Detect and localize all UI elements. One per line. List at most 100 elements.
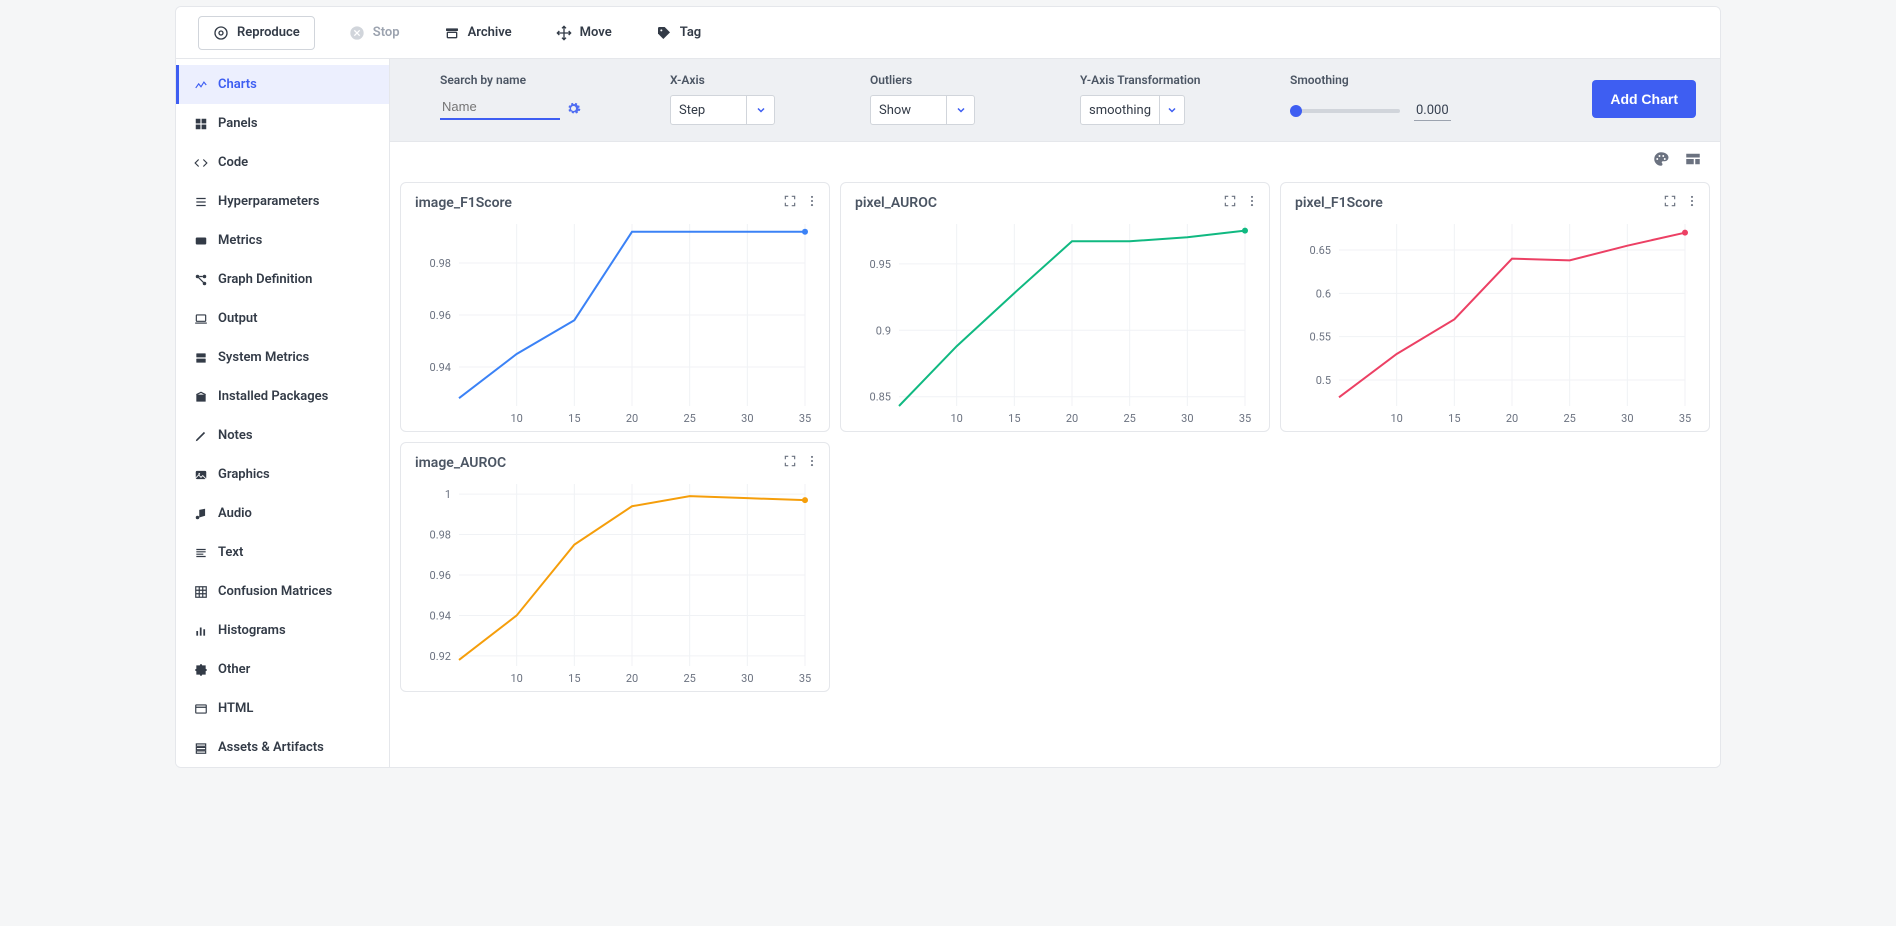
svg-text:15: 15 [568, 412, 580, 425]
layout-icon[interactable] [1684, 150, 1702, 172]
svg-text:0.55: 0.55 [1310, 331, 1331, 344]
sidebar-item-histograms[interactable]: Histograms [176, 611, 389, 650]
sidebar-item-label: Histograms [218, 623, 286, 638]
chart-card-pixel_AUROC: pixel_AUROC 1015202530350.850.90.95 [840, 182, 1270, 432]
list-icon [194, 195, 208, 209]
window-icon [194, 702, 208, 716]
reproduce-label: Reproduce [237, 25, 300, 40]
move-button[interactable]: Move [546, 19, 622, 47]
more-icon[interactable] [1245, 193, 1259, 212]
outliers-select[interactable]: Show [870, 95, 975, 125]
sidebar-item-text[interactable]: Text [176, 533, 389, 572]
sidebar-item-hyperparameters[interactable]: Hyperparameters [176, 182, 389, 221]
svg-text:10: 10 [950, 412, 962, 425]
sidebar-item-assets-artifacts[interactable]: Assets & Artifacts [176, 728, 389, 767]
sidebar-item-other[interactable]: Other [176, 650, 389, 689]
sidebar-item-code[interactable]: Code [176, 143, 389, 182]
svg-text:0.96: 0.96 [430, 569, 451, 582]
image-icon [194, 468, 208, 482]
xaxis-label: X-Axis [670, 73, 850, 87]
sidebar-item-label: System Metrics [218, 350, 309, 365]
card-icon [194, 234, 208, 248]
svg-text:30: 30 [741, 412, 753, 425]
sidebar-item-metrics[interactable]: Metrics [176, 221, 389, 260]
xaxis-value: Step [671, 103, 713, 118]
sidebar-item-graphics[interactable]: Graphics [176, 455, 389, 494]
rows-icon [194, 741, 208, 755]
svg-text:10: 10 [510, 412, 522, 425]
sidebar-item-label: Installed Packages [218, 389, 328, 404]
expand-icon[interactable] [1223, 193, 1237, 212]
svg-text:0.96: 0.96 [430, 309, 451, 322]
xaxis-select[interactable]: Step [670, 95, 775, 125]
laptop-icon [194, 312, 208, 326]
sidebar-item-panels[interactable]: Panels [176, 104, 389, 143]
chart-controls: Search by name X-Axis Step [390, 59, 1720, 142]
svg-text:0.98: 0.98 [430, 257, 451, 270]
sidebar-item-label: Confusion Matrices [218, 584, 332, 599]
more-icon[interactable] [1685, 193, 1699, 212]
chart-title: pixel_AUROC [855, 195, 937, 211]
archive-button[interactable]: Archive [434, 19, 522, 47]
sidebar-item-audio[interactable]: Audio [176, 494, 389, 533]
smoothing-slider[interactable] [1290, 109, 1400, 113]
svg-text:15: 15 [1448, 412, 1460, 425]
svg-text:10: 10 [510, 672, 522, 685]
sidebar-item-label: Code [218, 155, 248, 170]
top-toolbar: Reproduce Stop Archive Move Tag [176, 7, 1720, 59]
svg-text:20: 20 [1506, 412, 1518, 425]
chart-card-image_F1Score: image_F1Score 1015202530350.940.960.98 [400, 182, 830, 432]
expand-icon[interactable] [783, 453, 797, 472]
palette-icon[interactable] [1652, 150, 1670, 172]
sidebar-item-html[interactable]: HTML [176, 689, 389, 728]
svg-text:15: 15 [568, 672, 580, 685]
move-label: Move [580, 25, 612, 40]
gear-icon[interactable] [566, 101, 581, 120]
tag-button[interactable]: Tag [646, 19, 711, 47]
reproduce-button[interactable]: Reproduce [198, 16, 315, 50]
package-icon [194, 390, 208, 404]
sidebar-item-confusion-matrices[interactable]: Confusion Matrices [176, 572, 389, 611]
sidebar-item-label: Graph Definition [218, 272, 312, 287]
chevron-down-icon [746, 96, 774, 124]
add-chart-button[interactable]: Add Chart [1592, 80, 1696, 118]
sidebar-item-system-metrics[interactable]: System Metrics [176, 338, 389, 377]
nodes-icon [194, 273, 208, 287]
smoothing-value: 0.000 [1414, 101, 1451, 121]
more-icon[interactable] [805, 193, 819, 212]
stop-icon [349, 25, 365, 41]
ytrans-value: smoothing [1081, 103, 1159, 118]
sidebar-item-output[interactable]: Output [176, 299, 389, 338]
sidebar-item-charts[interactable]: Charts [176, 65, 389, 104]
svg-text:0.92: 0.92 [430, 650, 451, 663]
svg-text:25: 25 [1123, 412, 1135, 425]
chart-title: image_F1Score [415, 195, 512, 211]
chevron-down-icon [1159, 96, 1184, 124]
sidebar-item-label: Text [218, 545, 243, 560]
code-icon [194, 156, 208, 170]
grid-icon [194, 117, 208, 131]
sidebar-item-graph-definition[interactable]: Graph Definition [176, 260, 389, 299]
sidebar-item-notes[interactable]: Notes [176, 416, 389, 455]
archive-label: Archive [468, 25, 512, 40]
outliers-label: Outliers [870, 73, 1060, 87]
expand-icon[interactable] [783, 193, 797, 212]
ytrans-select[interactable]: smoothing [1080, 95, 1185, 125]
expand-icon[interactable] [1663, 193, 1677, 212]
chevron-down-icon [946, 96, 974, 124]
sidebar-item-installed-packages[interactable]: Installed Packages [176, 377, 389, 416]
sidebar: ChartsPanels Code HyperparametersMetrics Gr… [176, 59, 390, 767]
sidebar-item-label: Assets & Artifacts [218, 740, 324, 755]
chart-title: pixel_F1Score [1295, 195, 1383, 211]
svg-text:10: 10 [1390, 412, 1402, 425]
search-input[interactable] [440, 95, 560, 120]
svg-text:35: 35 [799, 672, 811, 685]
svg-text:0.95: 0.95 [870, 258, 891, 271]
svg-text:30: 30 [1621, 412, 1633, 425]
stop-button: Stop [339, 19, 410, 47]
tag-label: Tag [680, 25, 701, 40]
svg-text:30: 30 [1181, 412, 1193, 425]
chart-icon [194, 78, 208, 92]
svg-text:20: 20 [626, 672, 638, 685]
more-icon[interactable] [805, 453, 819, 472]
